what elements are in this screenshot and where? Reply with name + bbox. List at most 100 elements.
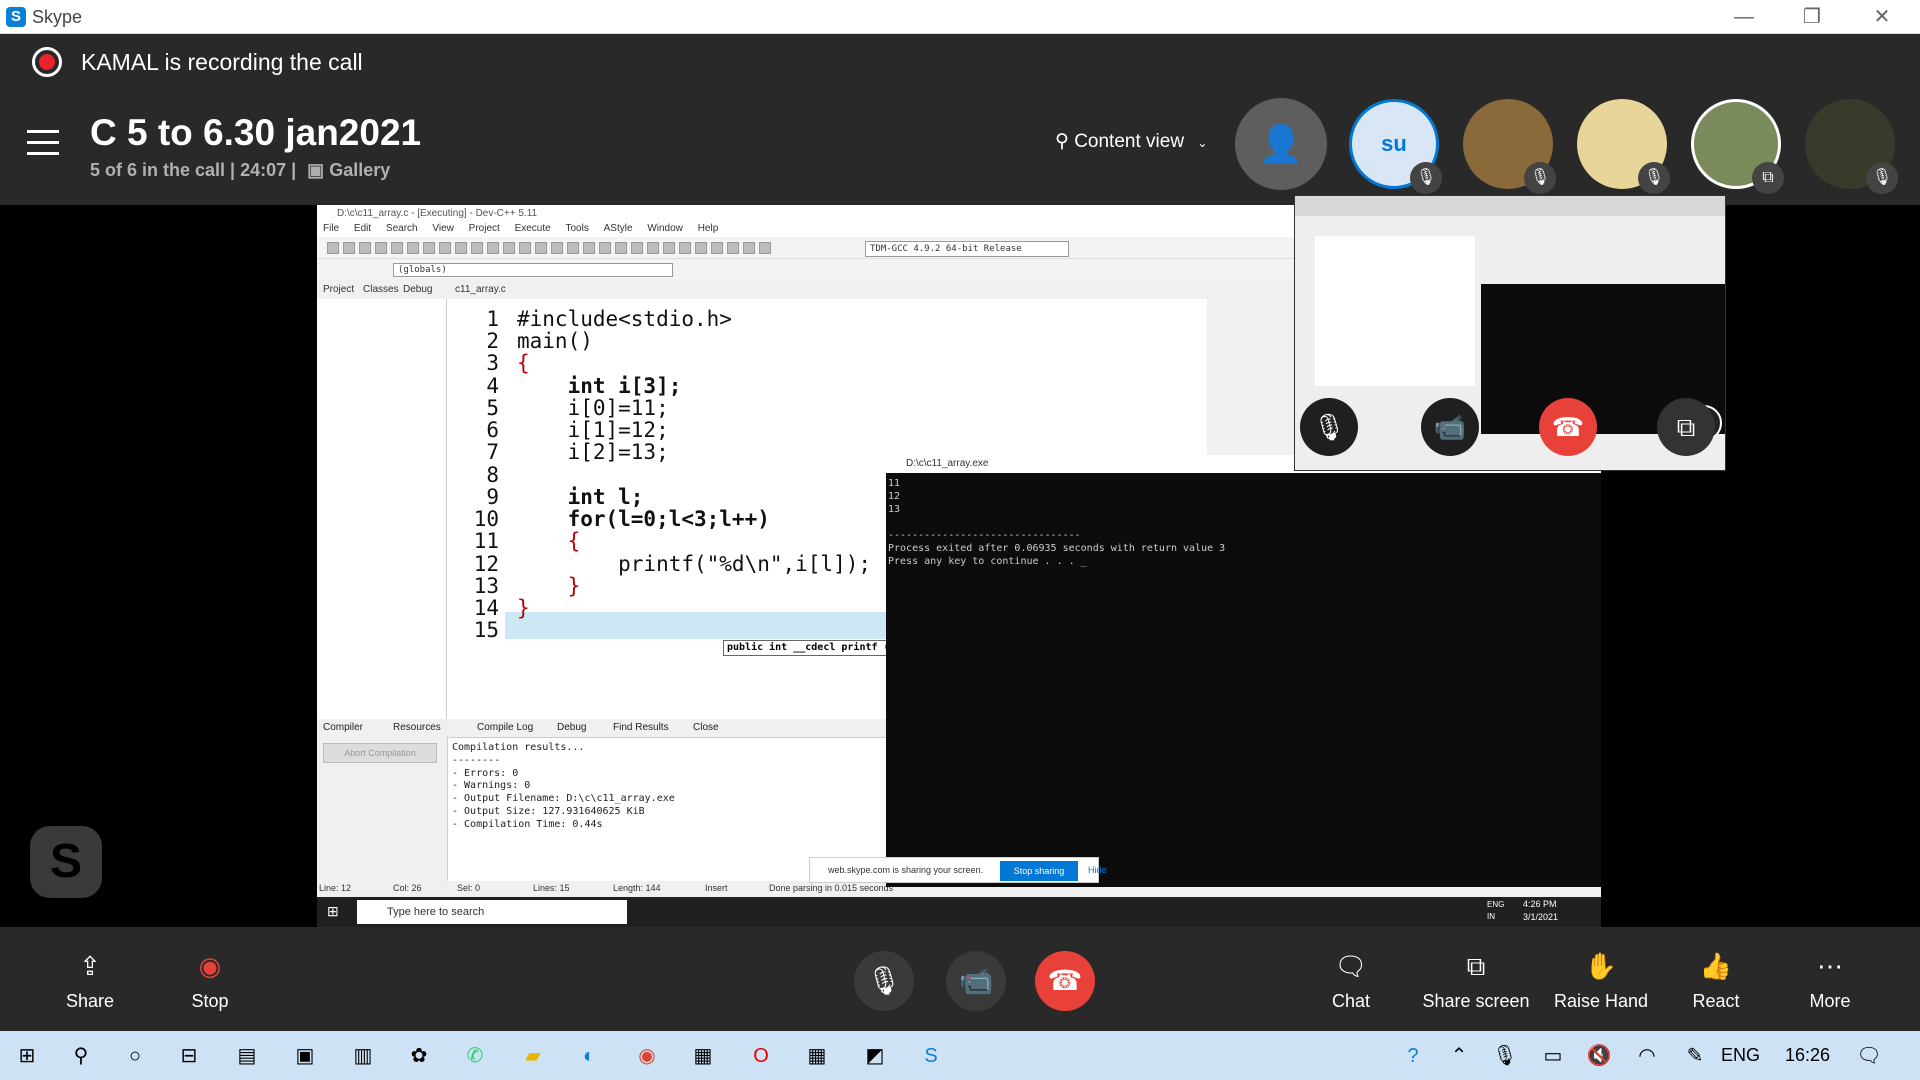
app-icon[interactable]: ▣ — [290, 1041, 320, 1071]
camera-toggle-button[interactable]: 📹 — [946, 951, 1006, 1011]
react-button[interactable]: 👍 React — [1656, 927, 1776, 1031]
tab-debug[interactable]: Debug — [403, 284, 432, 295]
gallery-link[interactable]: Gallery — [329, 160, 390, 180]
hangup-icon: ☎ — [1551, 412, 1585, 442]
menu-execute[interactable]: Execute — [515, 223, 551, 234]
content-view-dropdown[interactable]: ⚲ Content view ⌄ — [1055, 130, 1207, 153]
share-screen-button[interactable]: ⧉ Share screen — [1416, 927, 1536, 1031]
line-number: 13 — [473, 574, 499, 598]
tab-classes[interactable]: Classes — [363, 284, 399, 295]
wifi-icon[interactable]: ◠ — [1632, 1041, 1662, 1071]
search-icon[interactable]: ⚲ — [66, 1041, 96, 1071]
code-line: int i[3]; — [517, 374, 682, 398]
console-window[interactable]: D:\c\c11_array.exe 11 12 13 ------------… — [886, 455, 1601, 887]
menu-edit[interactable]: Edit — [354, 223, 371, 234]
skype-taskbar-icon[interactable]: S — [916, 1041, 946, 1071]
tab-debug-bottom[interactable]: Debug — [557, 722, 586, 733]
calculator-icon[interactable]: ▦ — [802, 1041, 832, 1071]
status-line: Line: 12 — [319, 883, 352, 893]
windows-start-icon[interactable]: ⊞ — [12, 1041, 42, 1071]
volume-muted-icon[interactable]: 🔇 — [1584, 1041, 1614, 1071]
share-button[interactable]: ⇪ Share — [30, 927, 150, 1031]
menu-astyle[interactable]: AStyle — [604, 223, 633, 234]
raise-hand-button[interactable]: ✋ Raise Hand — [1541, 927, 1661, 1031]
minimize-button[interactable]: — — [1722, 4, 1766, 30]
menu-project[interactable]: Project — [469, 223, 500, 234]
notifications-icon[interactable]: 🗨 — [1854, 1041, 1884, 1071]
inner-date: 3/1/2021 — [1523, 912, 1559, 922]
windows-start-icon: ⊞ — [327, 903, 339, 919]
app-icon[interactable]: ✿ — [404, 1041, 434, 1071]
app-icon[interactable]: ◩ — [860, 1041, 890, 1071]
hamburger-menu-icon[interactable] — [27, 130, 59, 156]
whatsapp-icon[interactable]: ✆ — [460, 1041, 490, 1071]
tab-compiler[interactable]: Compiler — [323, 722, 363, 733]
code-line: int l; — [517, 485, 644, 509]
mute-mic-button[interactable]: 🎙 — [854, 951, 914, 1011]
call-status: 5 of 6 in the call | 24:07 | — [90, 160, 297, 180]
preview-hangup-button[interactable]: ☎ — [1539, 398, 1597, 456]
inner-time: 4:26 PM — [1523, 899, 1557, 909]
microphone-icon[interactable]: 🎙 — [1490, 1041, 1520, 1071]
tab-compile-log[interactable]: Compile Log — [477, 722, 533, 733]
title-bar: S Skype — ❐ ✕ — [0, 0, 1920, 34]
tab-project[interactable]: Project — [323, 284, 354, 295]
taskbar-clock[interactable]: 16:26 — [1785, 1045, 1830, 1066]
code-line: { — [517, 351, 530, 375]
globals-select[interactable]: (globals) — [393, 263, 673, 277]
skype-logo-icon: S — [6, 7, 26, 27]
sharing-screen-icon: ⧉ — [1752, 162, 1784, 194]
restore-button[interactable]: ❐ — [1790, 4, 1834, 30]
chat-button[interactable]: 🗨 Chat — [1291, 927, 1411, 1031]
menu-help[interactable]: Help — [698, 223, 719, 234]
app-icon[interactable]: ▦ — [688, 1041, 718, 1071]
preview-camera-button[interactable]: 📹 — [1421, 398, 1479, 456]
compiler-select[interactable]: TDM-GCC 4.9.2 64-bit Release — [865, 241, 1069, 257]
line-number: 1 — [486, 307, 499, 331]
status-col: Col: 26 — [393, 883, 422, 893]
tab-file[interactable]: c11_array.c — [455, 284, 506, 295]
code-line: #include<stdio.h> — [517, 307, 732, 331]
preview-popout-button[interactable]: ⧉ — [1657, 398, 1715, 456]
chrome-icon[interactable]: ◉ — [632, 1041, 662, 1071]
tab-find-results[interactable]: Find Results — [613, 722, 669, 733]
chevron-up-icon[interactable]: ⌃ — [1444, 1041, 1474, 1071]
mic-muted-icon: 🎙 — [1410, 162, 1442, 194]
file-explorer-icon[interactable]: ▰ — [518, 1041, 548, 1071]
menu-view[interactable]: View — [432, 223, 454, 234]
battery-icon[interactable]: ▭ — [1538, 1041, 1568, 1071]
language-indicator[interactable]: ENG — [1721, 1045, 1760, 1066]
menu-tools[interactable]: Tools — [566, 223, 589, 234]
share-notice: web.skype.com is sharing your screen. — [828, 865, 984, 875]
more-button[interactable]: ⋯ More — [1770, 927, 1890, 1031]
app-icon[interactable]: ▤ — [232, 1041, 262, 1071]
record-icon: ◉ — [198, 951, 222, 981]
menu-window[interactable]: Window — [647, 223, 683, 234]
stop-sharing-button[interactable]: Stop sharing — [1000, 861, 1078, 881]
preview-toolbar — [1295, 196, 1725, 216]
line-number: 10 — [473, 507, 499, 531]
task-view-icon[interactable]: ⊟ — [174, 1041, 204, 1071]
cortana-icon[interactable]: ○ — [120, 1041, 150, 1071]
help-icon[interactable]: ? — [1398, 1041, 1428, 1071]
hangup-icon: ☎ — [1047, 965, 1083, 996]
stop-recording-button[interactable]: ◉ Stop — [150, 927, 270, 1031]
tab-close[interactable]: Close — [693, 722, 719, 733]
edge-icon[interactable]: ◐ — [574, 1041, 604, 1071]
menu-search[interactable]: Search — [386, 223, 418, 234]
close-button[interactable]: ✕ — [1860, 4, 1904, 30]
code-line: { — [517, 529, 581, 553]
hide-button[interactable]: Hide — [1088, 865, 1107, 875]
opera-icon[interactable]: O — [746, 1041, 776, 1071]
abort-compilation-button[interactable]: Abort Compilation — [323, 743, 437, 763]
hangup-button[interactable]: ☎ — [1035, 951, 1095, 1011]
preview-mic-button[interactable]: 🎙 — [1300, 398, 1358, 456]
menu-file[interactable]: File — [323, 223, 339, 234]
inner-search-box[interactable]: Type here to search — [357, 900, 627, 924]
pen-icon[interactable]: ✎ — [1680, 1041, 1710, 1071]
app-icon[interactable]: ▥ — [348, 1041, 378, 1071]
add-participant-button[interactable]: 👤 — [1235, 98, 1327, 190]
share-screen-icon: ⧉ — [1466, 951, 1486, 981]
tab-resources[interactable]: Resources — [393, 722, 441, 733]
chevron-down-icon: ⌄ — [1197, 136, 1208, 150]
